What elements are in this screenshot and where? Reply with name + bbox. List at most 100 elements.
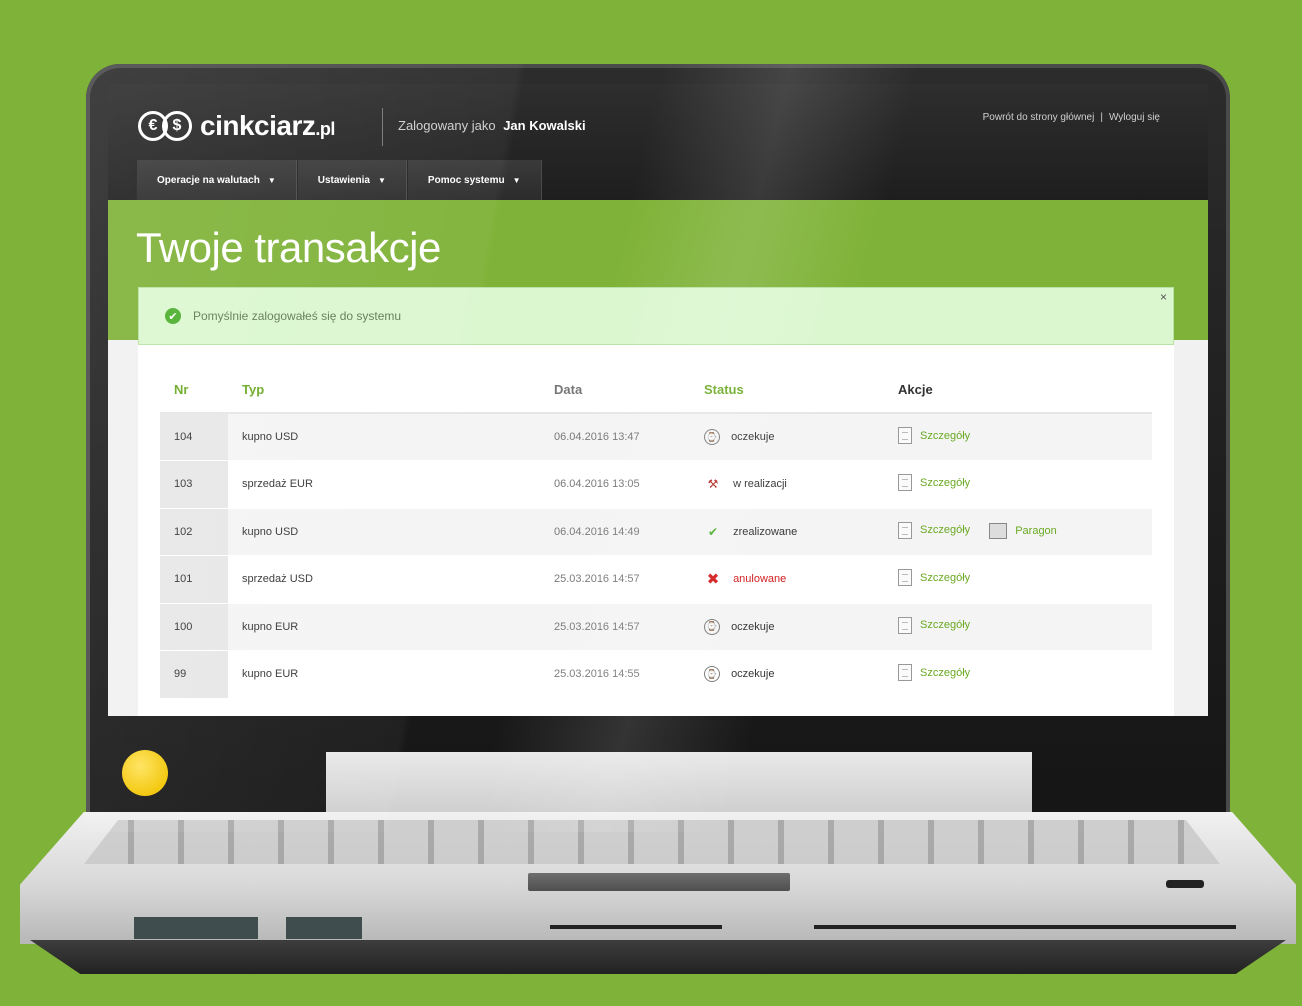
cell-status: ✔ zrealizowane	[704, 508, 898, 556]
cell-date: 25.03.2016 14:57	[554, 555, 704, 604]
details-label: Szczegóły	[920, 619, 971, 632]
table-row: 101 sprzedaż USD 25.03.2016 14:57 ✖ anul…	[160, 555, 1152, 604]
check-icon: ✔	[707, 524, 719, 539]
cell-actions: Szczegóły	[898, 650, 1152, 699]
clock-icon: ⌚	[704, 429, 720, 445]
dollar-icon: $	[162, 111, 192, 141]
document-icon	[898, 521, 912, 539]
logo[interactable]: € $ cinkciarz.pl	[138, 110, 335, 142]
cell-actions: Szczegóły	[898, 603, 1152, 651]
details-link[interactable]: Szczegóły	[898, 616, 971, 634]
close-icon[interactable]: ×	[1160, 290, 1167, 304]
drive-slot	[814, 925, 1236, 929]
document-icon	[898, 474, 912, 492]
cell-actions: Szczegóły	[898, 460, 1152, 509]
cell-date: 25.03.2016 14:55	[554, 650, 704, 699]
cell-date: 06.04.2016 13:05	[554, 460, 704, 509]
receipt-link[interactable]: Paragon	[989, 522, 1057, 539]
cell-type: sprzedaż USD	[228, 555, 554, 604]
document-icon	[898, 427, 912, 444]
cell-date: 06.04.2016 14:49	[554, 508, 704, 556]
cell-status: ✖ anulowane	[704, 555, 898, 604]
cell-actions: Szczegóły Paragon	[898, 508, 1152, 556]
details-link[interactable]: Szczegóły	[898, 521, 971, 539]
cell-nr: 99	[160, 650, 228, 699]
vent-slot	[550, 925, 722, 929]
cell-status: ⌚ oczekuje	[704, 603, 898, 651]
receipt-icon	[989, 522, 1008, 539]
details-label: Szczegóły	[920, 666, 971, 679]
cell-actions: Szczegóły	[898, 555, 1152, 604]
column-header-type[interactable]: Typ	[228, 367, 554, 414]
cell-status: ⌚ oczekuje	[704, 650, 898, 699]
nav-item-currency-operations[interactable]: Operacje na walutach ▼	[136, 160, 297, 200]
logo-name: cinkciarz	[200, 110, 316, 141]
table-row: 102 kupno USD 06.04.2016 14:49 ✔ zrealiz…	[160, 508, 1152, 556]
cell-date: 06.04.2016 13:47	[554, 413, 704, 461]
processing-icon: ⚒	[707, 477, 719, 492]
table-row: 104 kupno USD 06.04.2016 13:47 ⌚ oczekuj…	[160, 413, 1152, 461]
success-alert: ✔ Pomyślnie zalogowałeś się do systemu ×	[138, 287, 1174, 345]
column-header-nr[interactable]: Nr	[160, 367, 228, 414]
status-led-icon	[1166, 880, 1204, 888]
main-nav: Operacje na walutach ▼ Ustawienia ▼ Pomo…	[136, 160, 542, 200]
header-divider	[382, 108, 383, 146]
cell-type: sprzedaż EUR	[228, 460, 554, 509]
cell-nr: 102	[160, 508, 228, 556]
status-text: oczekuje	[731, 620, 775, 633]
document-icon	[898, 616, 912, 634]
table-row: 100 kupno EUR 25.03.2016 14:57 ⌚ oczekuj…	[160, 603, 1152, 651]
back-home-link[interactable]: Powrót do strony głównej	[983, 112, 1095, 123]
receipt-label: Paragon	[1015, 524, 1057, 537]
cell-status: ⌚ oczekuje	[704, 413, 898, 461]
alert-text: Pomyślnie zalogowałeś się do systemu	[193, 309, 402, 323]
touchpad	[528, 873, 790, 891]
details-link[interactable]: Szczegóły	[898, 569, 971, 587]
usb-port	[134, 917, 258, 939]
cell-actions: Szczegóły	[898, 413, 1152, 461]
logout-link[interactable]: Wyloguj się	[1109, 112, 1160, 123]
details-link[interactable]: Szczegóły	[898, 427, 970, 444]
cell-type: kupno USD	[228, 508, 554, 556]
transactions-table: Nr Typ Data Status Akcje 104 kupno USD 0…	[160, 367, 1152, 699]
top-links: Powrót do strony głównej | Wyloguj się	[983, 112, 1160, 123]
details-label: Szczegóły	[920, 571, 971, 584]
laptop-screen: € $ cinkciarz.pl Zalogowany jako Jan Kow…	[108, 84, 1208, 716]
caret-down-icon: ▼	[378, 175, 386, 185]
status-text: zrealizowane	[733, 525, 798, 538]
details-label: Szczegóły	[920, 476, 971, 489]
laptop-base-bottom	[30, 940, 1286, 974]
cell-nr: 100	[160, 603, 228, 651]
hdmi-port	[286, 917, 362, 939]
caret-down-icon: ▼	[267, 175, 276, 185]
column-header-status[interactable]: Status	[704, 367, 898, 414]
logo-text: cinkciarz.pl	[200, 110, 335, 142]
user-name: Jan Kowalski	[503, 118, 586, 133]
clock-icon: ⌚	[704, 666, 720, 683]
document-icon	[898, 664, 912, 682]
details-label: Szczegóły	[920, 524, 971, 537]
laptop-hinge	[326, 752, 1032, 812]
nav-item-help[interactable]: Pomoc systemu ▼	[406, 160, 542, 200]
cell-type: kupno EUR	[228, 603, 554, 651]
document-icon	[898, 569, 912, 587]
table-row: 99 kupno EUR 25.03.2016 14:55 ⌚ oczekuje…	[160, 650, 1152, 699]
nav-item-label: Ustawienia	[317, 174, 370, 186]
details-link[interactable]: Szczegóły	[898, 664, 971, 682]
cell-nr: 104	[160, 413, 228, 461]
nav-item-label: Operacje na walutach	[157, 174, 260, 186]
details-link[interactable]: Szczegóły	[898, 474, 971, 492]
cell-nr: 103	[160, 460, 228, 509]
details-label: Szczegóły	[920, 429, 971, 442]
page-title: Twoje transakcje	[136, 224, 441, 271]
nav-item-settings[interactable]: Ustawienia ▼	[296, 160, 407, 200]
nav-item-label: Pomoc systemu	[427, 174, 505, 186]
logo-suffix: .pl	[315, 119, 335, 139]
top-links-separator: |	[1100, 112, 1103, 123]
column-header-date[interactable]: Data	[554, 367, 704, 414]
status-text: oczekuje	[731, 668, 775, 681]
logo-mark-icon: € $	[138, 111, 192, 141]
column-header-actions: Akcje	[898, 367, 1152, 414]
keyboard	[84, 820, 1220, 864]
cell-status: ⚒ w realizacji	[704, 460, 898, 509]
